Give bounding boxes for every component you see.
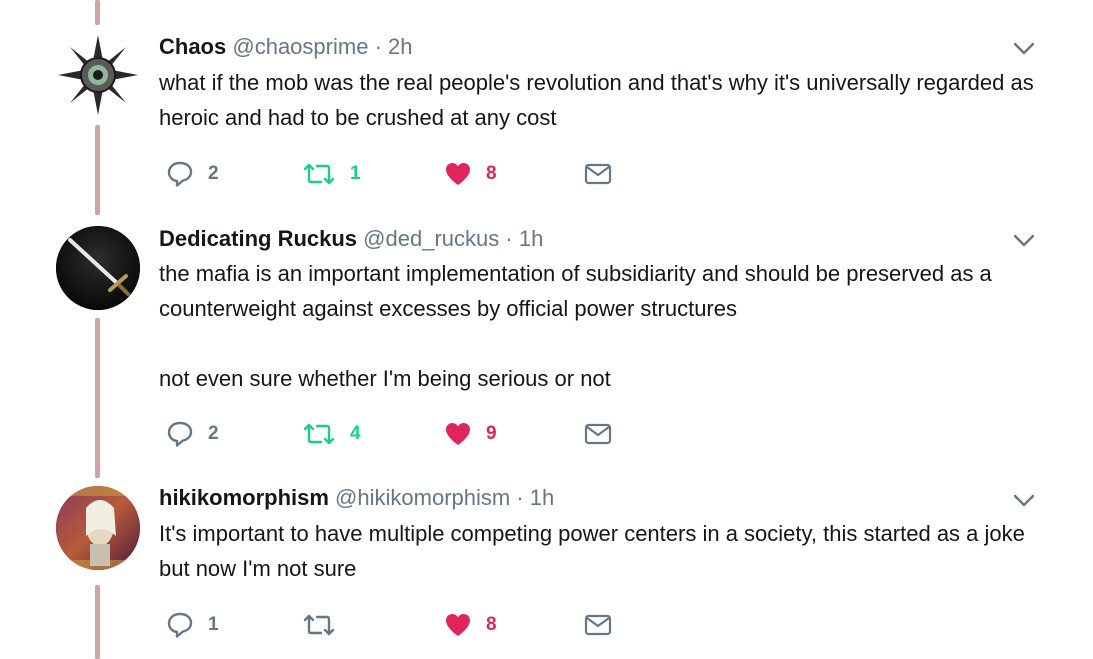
- reply-button[interactable]: 2: [166, 157, 219, 191]
- retweet-icon: [303, 614, 335, 636]
- reply-icon: [167, 421, 193, 447]
- direct-message-button[interactable]: [584, 608, 612, 642]
- direct-message-button[interactable]: [584, 417, 612, 451]
- user-handle[interactable]: @ded_ruckus: [363, 226, 499, 251]
- envelope-icon: [584, 423, 612, 445]
- like-button[interactable]: 9: [444, 417, 497, 451]
- heart-icon: [446, 163, 470, 185]
- reply-count: 2: [208, 423, 219, 444]
- chevron-down-icon[interactable]: [1013, 234, 1035, 248]
- tweet-text: It's important to have multiple competin…: [159, 521, 1025, 581]
- like-count: 9: [486, 423, 497, 444]
- like-count: 8: [486, 614, 497, 635]
- retweet-button[interactable]: 4: [302, 417, 361, 451]
- avatar[interactable]: [56, 33, 140, 117]
- tweet[interactable]: Chaos @chaosprime · 2h what if the mob w…: [0, 0, 1093, 200]
- separator: ·: [374, 34, 382, 59]
- separator: ·: [505, 226, 513, 251]
- like-button[interactable]: 8: [444, 608, 497, 642]
- chevron-down-icon[interactable]: [1013, 42, 1035, 56]
- envelope-icon: [584, 614, 612, 636]
- retweet-button[interactable]: [302, 608, 350, 642]
- direct-message-button[interactable]: [584, 157, 612, 191]
- tweet[interactable]: hikikomorphism @hikikomorphism · 1h It's…: [0, 470, 1093, 659]
- retweet-count: 4: [350, 423, 361, 444]
- avatar[interactable]: [56, 486, 140, 570]
- heart-icon: [446, 423, 470, 445]
- reply-icon: [167, 161, 193, 187]
- reply-icon: [167, 612, 193, 638]
- timestamp[interactable]: 2h: [388, 34, 412, 59]
- tweet-text: what if the mob was the real people's re…: [159, 70, 1034, 130]
- display-name[interactable]: hikikomorphism: [159, 485, 329, 510]
- tweet-header: Chaos @chaosprime · 2h: [159, 33, 413, 61]
- retweet-button[interactable]: 1: [302, 157, 361, 191]
- display-name[interactable]: Chaos: [159, 34, 226, 59]
- tweet-text: the mafia is an important implementation…: [159, 261, 992, 391]
- retweet-icon: [303, 163, 335, 185]
- reply-count: 2: [208, 163, 219, 184]
- tweet[interactable]: Dedicating Ruckus @ded_ruckus · 1h the m…: [0, 200, 1093, 470]
- retweet-icon: [303, 423, 335, 445]
- chaos-star-eye-icon: [58, 35, 138, 115]
- reply-count: 1: [208, 614, 219, 635]
- timestamp[interactable]: 1h: [519, 226, 543, 251]
- timestamp[interactable]: 1h: [530, 485, 554, 510]
- avatar[interactable]: [56, 226, 140, 310]
- like-button[interactable]: 8: [444, 157, 497, 191]
- user-handle[interactable]: @hikikomorphism: [335, 485, 510, 510]
- heart-icon: [446, 614, 470, 636]
- display-name[interactable]: Dedicating Ruckus: [159, 226, 357, 251]
- separator: ·: [516, 485, 524, 510]
- chevron-down-icon[interactable]: [1013, 494, 1035, 508]
- reply-button[interactable]: 1: [166, 608, 219, 642]
- tweet-header: hikikomorphism @hikikomorphism · 1h: [159, 484, 554, 512]
- tweet-header: Dedicating Ruckus @ded_ruckus · 1h: [159, 225, 543, 253]
- portrait-icon: [56, 486, 140, 570]
- reply-button[interactable]: 2: [166, 417, 219, 451]
- user-handle[interactable]: @chaosprime: [232, 34, 368, 59]
- retweet-count: 1: [350, 163, 361, 184]
- envelope-icon: [584, 163, 612, 185]
- sword-icon: [56, 226, 140, 310]
- like-count: 8: [486, 163, 497, 184]
